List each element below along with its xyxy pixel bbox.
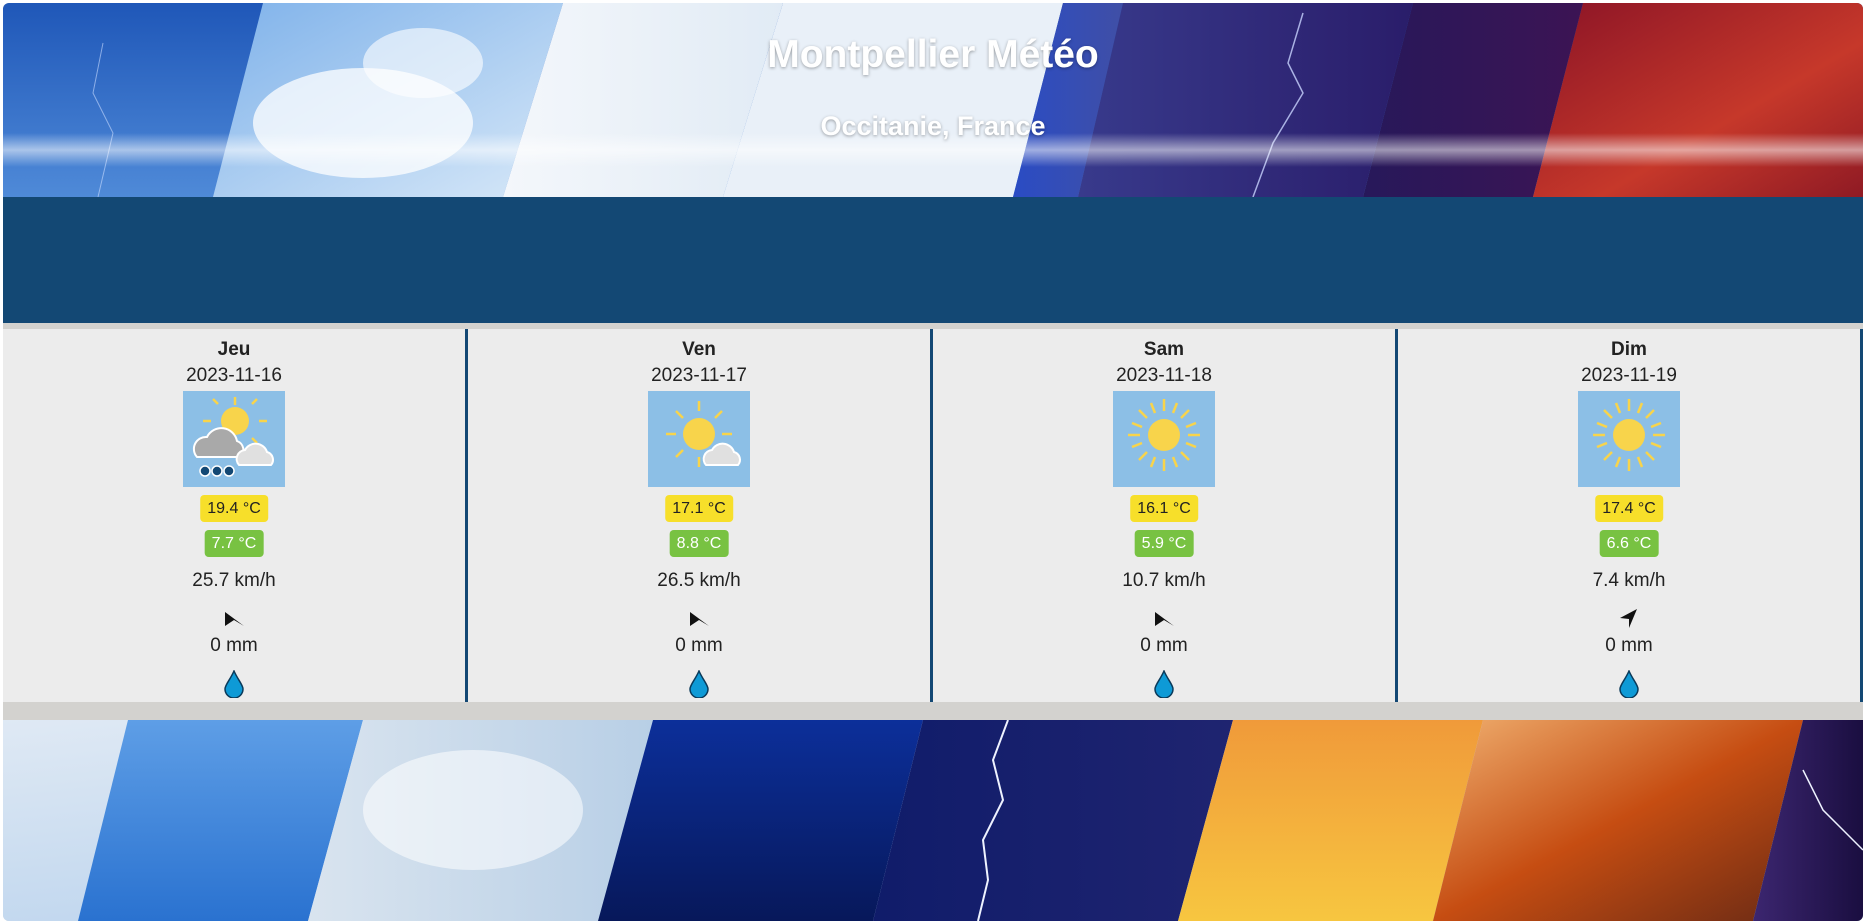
rain-drop-icon: [1154, 670, 1174, 698]
footer-banner: [3, 720, 1863, 921]
temp-max-badge: 19.4 °C: [200, 495, 268, 522]
forecast-day-card: Dim 2023-11-19 17.4 °C 6.6 °C 7.4 km/h 0…: [1398, 329, 1863, 702]
temp-min-badge: 5.9 °C: [1134, 530, 1194, 557]
rain-amount: 0 mm: [1140, 635, 1188, 656]
temp-min-badge: 7.7 °C: [204, 530, 264, 557]
wind-direction-arrow-icon: [690, 612, 709, 626]
forecast-day-card: Jeu 2023-11-16 19.4 °C 7.7 °C 25.7 km/h …: [3, 329, 468, 702]
day-name: Jeu: [217, 339, 251, 360]
wind-speed: 26.5 km/h: [657, 570, 741, 591]
day-name: Sam: [1143, 339, 1185, 360]
sun-icon: [1113, 391, 1215, 487]
day-date: 2023-11-17: [651, 365, 747, 386]
page-title: Montpellier Météo: [767, 33, 1099, 76]
rain-amount: 0 mm: [675, 635, 723, 656]
rain-drop-icon: [1619, 670, 1639, 698]
page-subtitle: Occitanie, France: [820, 111, 1046, 141]
day-name: Ven: [682, 339, 716, 360]
sun-icon: [1578, 391, 1680, 487]
temp-max-badge: 17.4 °C: [1595, 495, 1663, 522]
forecast-row: Jeu 2023-11-16 19.4 °C 7.7 °C 25.7 km/h …: [3, 329, 1863, 702]
wind-direction-arrow-icon: [225, 612, 244, 626]
wind-speed: 7.4 km/h: [1592, 570, 1666, 591]
day-date: 2023-11-18: [1116, 365, 1212, 386]
sun-small-cloud-icon: [648, 391, 750, 487]
day-name: Dim: [1611, 339, 1647, 360]
rain-amount: 0 mm: [210, 635, 258, 656]
forecast-day-card: Sam 2023-11-18 16.1 °C 5.9 °C 10.7 km/h …: [933, 329, 1398, 702]
wind-speed: 10.7 km/h: [1122, 570, 1206, 591]
wind-direction-arrow-icon: [1620, 609, 1637, 628]
temp-min-badge: 6.6 °C: [1599, 530, 1659, 557]
temp-max-badge: 16.1 °C: [1130, 495, 1198, 522]
day-date: 2023-11-19: [1581, 365, 1677, 386]
day-date: 2023-11-16: [186, 365, 282, 386]
temp-max-badge: 17.1 °C: [665, 495, 733, 522]
header-banner: Montpellier Météo Occitanie, France: [3, 3, 1863, 197]
rain-amount: 0 mm: [1605, 635, 1653, 656]
wind-direction-arrow-icon: [1155, 612, 1174, 626]
temp-min-badge: 8.8 °C: [669, 530, 729, 557]
forecast-day-card: Ven 2023-11-17 17.1 °C 8.8 °C 26.5 km/h: [468, 329, 933, 702]
rain-drop-icon: [689, 670, 709, 698]
rain-drop-icon: [224, 670, 244, 698]
footer-sky-image: [3, 720, 1863, 921]
page-frame: Montpellier Météo Occitanie, France Jeu …: [3, 3, 1863, 921]
blue-band: [3, 197, 1863, 323]
sun-cloud-rain-icon: [183, 391, 285, 487]
wind-speed: 25.7 km/h: [192, 570, 276, 591]
